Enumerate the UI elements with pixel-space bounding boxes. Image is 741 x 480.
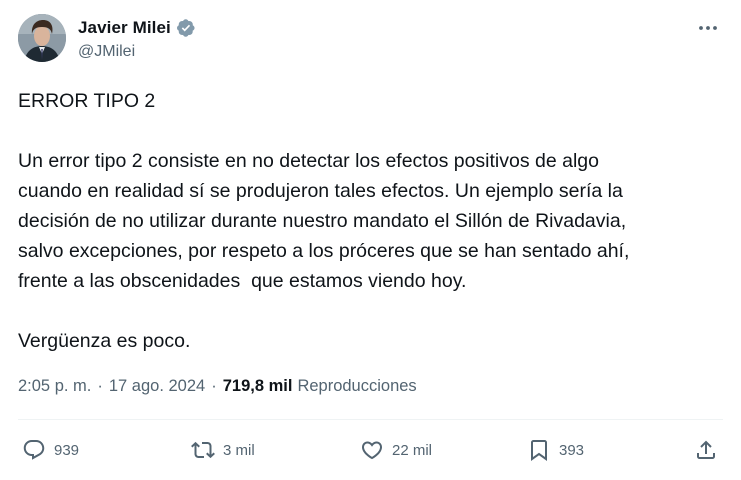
repost-button[interactable]: 3 mil [191,433,255,467]
repost-icon [191,441,215,459]
like-button[interactable]: 22 mil [360,433,432,467]
author-display-name[interactable]: Javier Milei [78,18,171,38]
tweet-line: decisión de no utilizar durante nuestro … [18,210,627,232]
share-button[interactable] [694,433,718,467]
bookmark-button[interactable]: 393 [527,433,584,467]
tweet-meta: 2:05 p. m. · 17 ago. 2024 · 719,8 mil Re… [18,373,417,399]
tweet-line: frente a las obscenidades que estamos vi… [18,270,467,292]
tweet-text: ERROR TIPO 2 Un error tipo 2 consiste en… [18,86,723,356]
views-count: 719,8 mil [222,376,293,395]
reply-button[interactable]: 939 [22,433,79,467]
reply-icon [23,440,45,460]
action-bar: 939 3 mil 22 mil 393 [18,433,723,467]
share-icon [697,440,715,459]
display-name-row: Javier Milei [78,16,196,40]
author-block: Javier Milei @JMilei [78,16,196,61]
reply-count: 939 [54,441,80,459]
avatar[interactable] [18,14,66,62]
meta-separator: · [211,376,217,395]
views-label: Reproducciones [297,376,417,395]
tweet-date[interactable]: 17 ago. 2024 [109,377,205,396]
tweet-line: salvo excepciones, por respeto a los pró… [18,240,630,262]
verified-badge-icon[interactable] [176,18,196,38]
tweet-line: cuando en realidad sí se produjeron tale… [18,180,623,202]
tweet-line: Un error tipo 2 consiste en no detectar … [18,150,599,172]
repost-count: 3 mil [223,441,255,459]
divider [18,419,723,420]
bookmark-icon [531,440,547,461]
tweet-closing-line: Vergüenza es poco. [18,330,191,352]
like-icon [361,441,383,460]
more-options-icon[interactable] [693,16,723,40]
tweet-header: Javier Milei @JMilei [18,14,723,68]
bookmark-count: 393 [559,441,585,459]
meta-separator: · [97,376,103,395]
tweet-title-line: ERROR TIPO 2 [18,90,156,112]
like-count: 22 mil [392,441,433,459]
avatar-photo [18,14,66,62]
author-handle[interactable]: @JMilei [78,43,196,61]
tweet-time[interactable]: 2:05 p. m. [18,377,91,396]
